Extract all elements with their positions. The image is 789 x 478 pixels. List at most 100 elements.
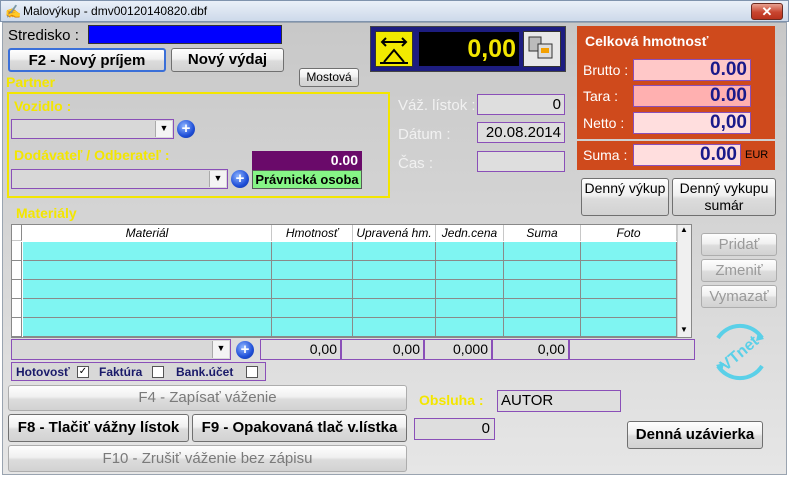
col-header[interactable]: Suma bbox=[504, 225, 581, 241]
daily-purchase-button[interactable]: Denný výkup bbox=[581, 178, 669, 216]
hotovost-checkbox[interactable]: ✓ bbox=[77, 366, 89, 378]
row-header[interactable] bbox=[12, 318, 22, 337]
table-cell[interactable] bbox=[272, 318, 353, 337]
print-ticket-button[interactable]: F8 - Tlačiť vážny lístok bbox=[8, 414, 189, 442]
materials-table[interactable]: Materiál Hmotnosť Upravená hm. Jedn.cena… bbox=[11, 224, 692, 338]
table-cell[interactable] bbox=[436, 280, 504, 299]
save-weighing-button[interactable]: F4 - Zapísať váženie bbox=[8, 385, 407, 411]
partner-balance: 0.00 bbox=[252, 151, 362, 170]
col-header[interactable]: Materiál bbox=[23, 225, 272, 241]
chevron-down-icon[interactable]: ▼ bbox=[209, 171, 226, 187]
partner-select[interactable]: ▼ bbox=[11, 169, 228, 189]
obsluha-label: Obsluha : bbox=[419, 392, 484, 408]
add-vehicle-icon[interactable]: + bbox=[177, 120, 195, 138]
netto-label: Netto : bbox=[583, 115, 625, 131]
close-button[interactable]: ✕ bbox=[751, 3, 783, 20]
new-receipt-button[interactable]: F2 - Nový príjem bbox=[8, 48, 166, 72]
table-cell[interactable] bbox=[504, 280, 581, 299]
table-cell[interactable] bbox=[272, 299, 353, 318]
chevron-down-icon[interactable]: ▼ bbox=[155, 121, 172, 137]
mostova-button[interactable]: Mostová bbox=[299, 68, 359, 87]
stredisko-label: Stredisko : bbox=[8, 27, 79, 44]
col-header[interactable]: Foto bbox=[581, 225, 677, 241]
new-issue-button[interactable]: Nový výdaj bbox=[171, 48, 284, 72]
delete-button[interactable]: Vymazať bbox=[701, 285, 777, 308]
scale-icon bbox=[375, 31, 413, 67]
vtnet-logo: VTnet bbox=[706, 318, 774, 386]
bank-checkbox[interactable] bbox=[246, 366, 258, 378]
suma-label: Suma : bbox=[583, 147, 628, 163]
add-partner-icon[interactable]: + bbox=[231, 170, 249, 188]
table-cell[interactable] bbox=[353, 299, 436, 318]
table-cell[interactable] bbox=[581, 261, 677, 280]
total-weight: 0,00 bbox=[260, 339, 341, 360]
operator-field: AUTOR bbox=[497, 390, 621, 412]
row-header[interactable] bbox=[12, 261, 22, 280]
app-icon: ✍ bbox=[5, 4, 22, 19]
table-cell[interactable] bbox=[436, 242, 504, 261]
table-cell[interactable] bbox=[436, 318, 504, 337]
row-header-corner bbox=[12, 225, 22, 241]
table-cell[interactable] bbox=[581, 280, 677, 299]
table-cell[interactable] bbox=[581, 318, 677, 337]
scroll-down-icon[interactable]: ▼ bbox=[680, 325, 688, 334]
scroll-up-icon[interactable]: ▲ bbox=[680, 225, 688, 234]
daily-closing-button[interactable]: Denná uzávierka bbox=[627, 421, 763, 449]
table-cell[interactable] bbox=[436, 261, 504, 280]
scale-value: 0,00 bbox=[419, 32, 519, 66]
device-icon[interactable] bbox=[523, 31, 561, 67]
table-cell[interactable] bbox=[23, 318, 272, 337]
cas-field[interactable] bbox=[477, 151, 565, 172]
table-cell[interactable] bbox=[504, 318, 581, 337]
table-cell[interactable] bbox=[23, 261, 272, 280]
hotovost-label: Hotovosť bbox=[16, 365, 70, 379]
faktura-label: Faktúra bbox=[99, 365, 143, 379]
table-cell[interactable] bbox=[504, 261, 581, 280]
table-cell[interactable] bbox=[272, 261, 353, 280]
row-header[interactable] bbox=[12, 242, 22, 261]
row-header[interactable] bbox=[12, 280, 22, 299]
cancel-weighing-button[interactable]: F10 - Zrušiť váženie bez zápisu bbox=[8, 445, 407, 472]
table-cell[interactable] bbox=[504, 299, 581, 318]
table-cell[interactable] bbox=[353, 242, 436, 261]
netto-field: 0,00 bbox=[633, 112, 751, 134]
total-weight-panel: Celková hmotnosť Brutto : 0.00 Tara : 0.… bbox=[577, 26, 775, 139]
add-button[interactable]: Pridať bbox=[701, 233, 777, 256]
vaz-field[interactable]: 0 bbox=[477, 94, 565, 115]
add-material-icon[interactable]: + bbox=[236, 341, 254, 359]
scrollbar[interactable]: ▲ ▼ bbox=[677, 225, 691, 337]
currency-label: EUR bbox=[745, 149, 769, 161]
material-select[interactable]: ▼ bbox=[11, 339, 231, 360]
daily-summary-button[interactable]: Denný vykupu sumár bbox=[672, 178, 776, 216]
total-unit-price: 0,000 bbox=[424, 339, 492, 360]
table-cell[interactable] bbox=[23, 242, 272, 261]
cas-label: Čas : bbox=[398, 155, 434, 172]
col-header[interactable]: Upravená hm. bbox=[353, 225, 436, 241]
table-cell[interactable] bbox=[581, 299, 677, 318]
chevron-down-icon[interactable]: ▼ bbox=[212, 341, 229, 358]
row-header[interactable] bbox=[12, 299, 22, 318]
title-bar: ✍ Malovýkup - dmv00120140820.dbf ✕ bbox=[0, 0, 789, 22]
stredisko-field[interactable] bbox=[88, 25, 282, 44]
table-cell[interactable] bbox=[353, 261, 436, 280]
table-cell[interactable] bbox=[272, 280, 353, 299]
table-cell[interactable] bbox=[353, 280, 436, 299]
vtnet-logo-text: VTnet bbox=[717, 332, 762, 374]
change-button[interactable]: Zmeniť bbox=[701, 259, 777, 282]
table-cell[interactable] bbox=[23, 280, 272, 299]
datum-field[interactable]: 20.08.2014 bbox=[477, 122, 565, 143]
table-cell[interactable] bbox=[272, 242, 353, 261]
table-cell[interactable] bbox=[436, 299, 504, 318]
table-cell[interactable] bbox=[23, 299, 272, 318]
partner-title: Partner bbox=[6, 74, 56, 90]
col-header[interactable]: Hmotnosť bbox=[272, 225, 353, 241]
tara-label: Tara : bbox=[583, 88, 619, 104]
col-header[interactable]: Jedn.cena bbox=[436, 225, 504, 241]
table-cell[interactable] bbox=[581, 242, 677, 261]
vozidlo-select[interactable]: ▼ bbox=[11, 119, 174, 139]
table-cell[interactable] bbox=[504, 242, 581, 261]
faktura-checkbox[interactable] bbox=[152, 366, 164, 378]
reprint-ticket-button[interactable]: F9 - Opakovaná tlač v.lístka bbox=[192, 414, 407, 442]
table-cell[interactable] bbox=[353, 318, 436, 337]
sum-panel: Suma : 0.00 EUR bbox=[577, 141, 775, 170]
